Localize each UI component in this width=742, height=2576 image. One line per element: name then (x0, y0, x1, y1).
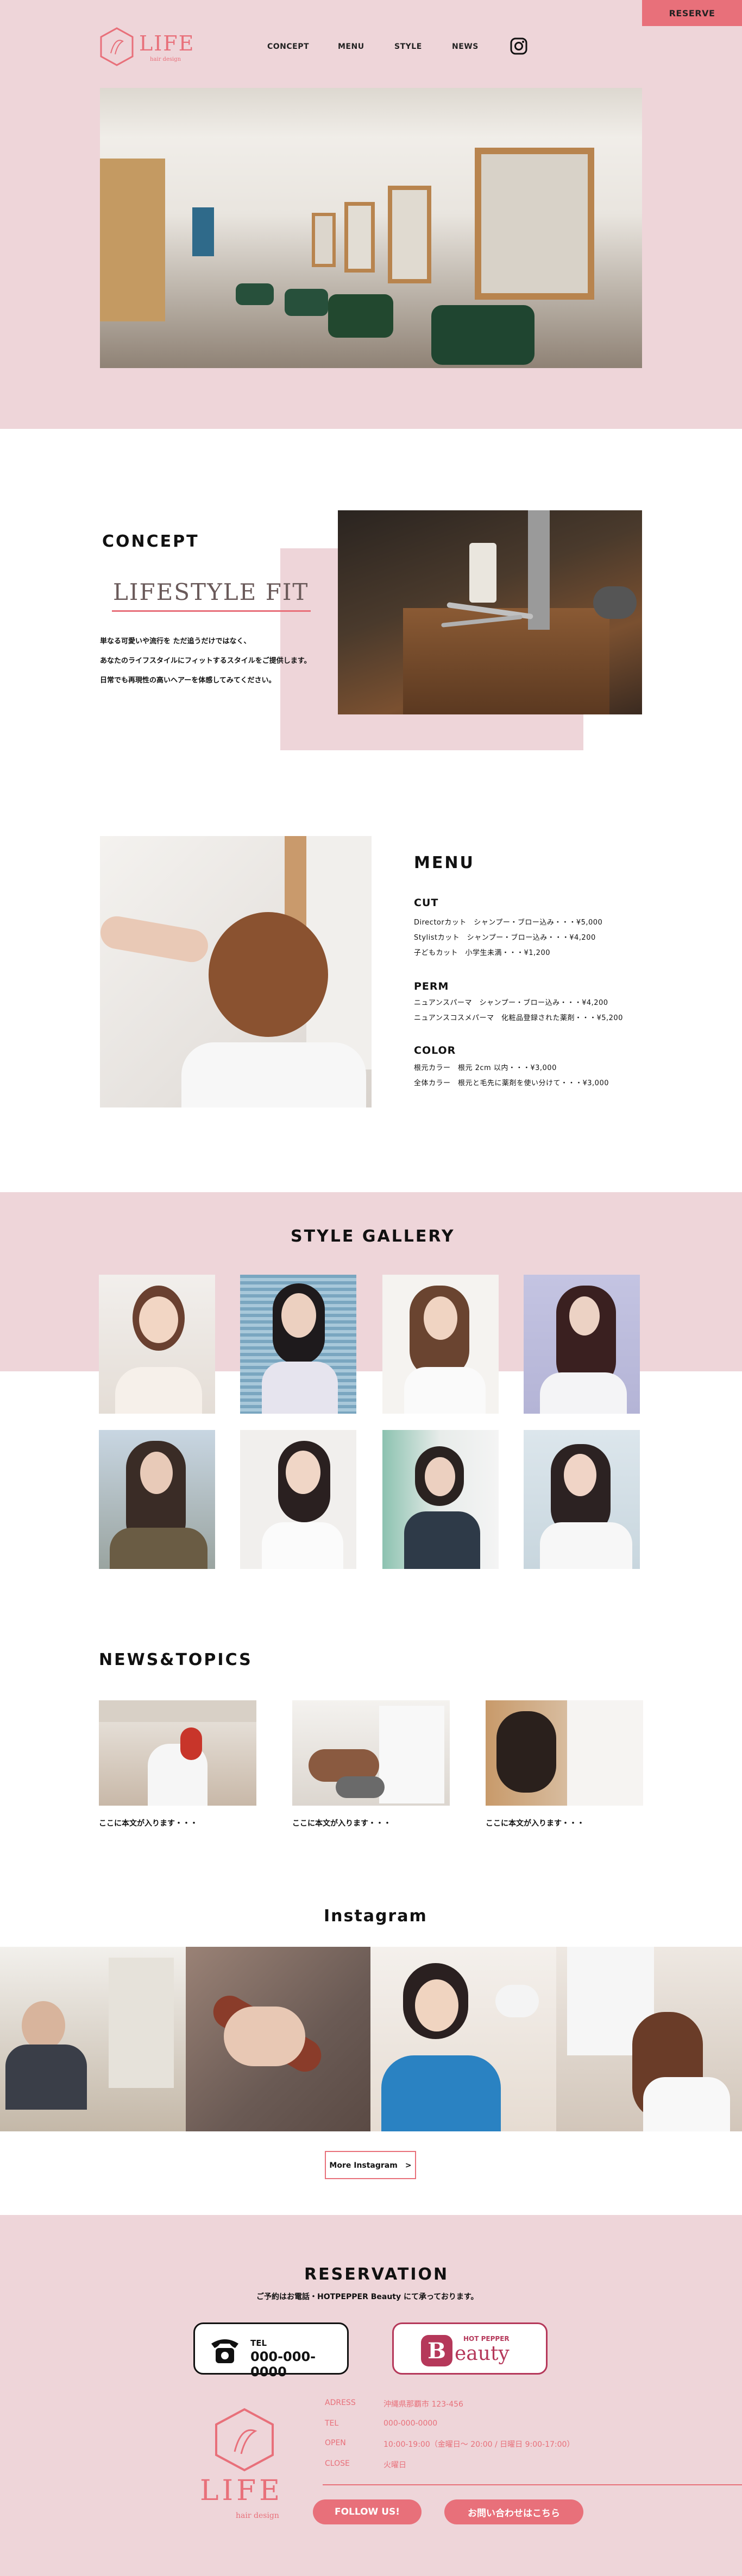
menu-color-item-1: 根元カラー 根元 2cm 以内・・・¥3,000 (414, 1064, 557, 1072)
nav-news[interactable]: NEWS (452, 42, 479, 51)
concept-heading: LIFESTYLE FIT (113, 579, 309, 605)
gallery-title: STYLE GALLERY (291, 1227, 455, 1246)
hotpepper-button[interactable]: B HOT PEPPER eauty (392, 2322, 548, 2375)
info-label-tel: TEL (325, 2419, 339, 2428)
menu-title: MENU (414, 853, 475, 872)
reserve-button[interactable]: RESERVE (642, 0, 742, 26)
news-caption-3[interactable]: ここに本文が入ります・・・ (486, 1818, 584, 1828)
telephone-icon (211, 2339, 238, 2363)
gallery-photo-2[interactable] (240, 1275, 356, 1414)
gallery-photo-4[interactable] (524, 1275, 640, 1414)
hotpepper-small: HOT PEPPER (463, 2335, 510, 2343)
menu-color-item-2: 全体カラー 根元と毛先に薬剤を使い分けて・・・¥3,000 (414, 1079, 609, 1087)
footer-logo-text: LIFE (200, 2474, 284, 2507)
info-label-close: CLOSE (325, 2459, 350, 2468)
more-instagram-label: More Instagram > (329, 2161, 412, 2170)
gallery-photo-7[interactable] (382, 1430, 499, 1569)
info-value-tel: 000-000-0000 (383, 2419, 438, 2428)
menu-haircut-photo (100, 836, 372, 1107)
instagram-photo-1[interactable] (0, 1947, 186, 2131)
footer-logo-sub: hair design (236, 2511, 279, 2520)
info-value-close: 火曜日 (383, 2461, 406, 2470)
instagram-icon[interactable] (510, 37, 528, 55)
news-photo-1[interactable] (99, 1700, 256, 1806)
tel-label: TEL (250, 2338, 267, 2348)
info-value-address: 沖縄県那覇市 123-456 (383, 2400, 463, 2409)
tel-button[interactable]: TEL 000-000-0000 (193, 2322, 349, 2379)
reserve-label: RESERVE (669, 8, 715, 18)
instagram-photo-4[interactable] (556, 1947, 742, 2131)
instagram-title: Instagram (324, 1907, 427, 1926)
footer-logo[interactable]: LIFE hair design (196, 2406, 293, 2526)
news-photo-2[interactable] (292, 1700, 450, 1806)
reservation-title: RESERVATION (304, 2265, 449, 2284)
concept-body-2: あなたのライフスタイルにフィットするスタイルをご提供します。 (100, 657, 311, 665)
concept-heading-underline (112, 610, 311, 612)
instagram-photo-2[interactable] (186, 1947, 370, 2131)
gallery-photo-6[interactable] (240, 1430, 356, 1569)
info-label-open: OPEN (325, 2439, 346, 2447)
info-value-open: 10:00-19:00（金曜日〜 20:00 / 日曜日 9:00-17:00） (383, 2440, 575, 2449)
logo-text: LIFE (139, 31, 195, 55)
gallery-photo-3[interactable] (382, 1275, 499, 1414)
news-photo-3[interactable] (486, 1700, 643, 1806)
menu-group-color: COLOR (414, 1045, 456, 1056)
hero-salon-photo (100, 88, 642, 368)
logo-hexagon-icon (100, 27, 134, 66)
nav-menu[interactable]: MENU (338, 42, 364, 51)
menu-cut-item-2: Stylistカット シャンプー・ブロー込み・・・¥4,200 (414, 934, 596, 942)
footer-logo-hexagon-icon (215, 2408, 274, 2472)
info-label-address: ADRESS (325, 2398, 356, 2407)
menu-cut-item-3: 子どもカット 小学生未満・・・¥1,200 (414, 949, 550, 957)
gallery-photo-1[interactable] (99, 1275, 215, 1414)
concept-title: CONCEPT (102, 532, 199, 551)
hotpepper-b-letter: B (427, 2338, 446, 2364)
news-caption-2[interactable]: ここに本文が入ります・・・ (292, 1818, 391, 1828)
contact-label: お問い合わせはこちら (468, 2508, 560, 2519)
concept-scissors-photo (338, 510, 642, 714)
tel-number: 000-000-0000 (250, 2349, 316, 2379)
site-logo[interactable]: LIFE hair design (99, 26, 197, 69)
more-instagram-button[interactable]: More Instagram > (325, 2151, 416, 2179)
news-caption-1[interactable]: ここに本文が入ります・・・ (99, 1818, 198, 1828)
nav-style[interactable]: STYLE (394, 42, 422, 51)
menu-perm-item-1: ニュアンスパーマ シャンプー・ブロー込み・・・¥4,200 (414, 999, 608, 1007)
nav-concept[interactable]: CONCEPT (267, 42, 309, 51)
hotpepper-b-icon: B (421, 2335, 452, 2366)
contact-button[interactable]: お問い合わせはこちら (444, 2499, 583, 2524)
gallery-photo-8[interactable] (524, 1430, 640, 1569)
instagram-photo-3[interactable] (370, 1947, 556, 2131)
concept-body-3: 日常でも再現性の高いヘアーを体感してみてください。 (100, 676, 276, 685)
follow-us-label: FOLLOW US! (334, 2507, 400, 2517)
gallery-photo-5[interactable] (99, 1430, 215, 1569)
news-title: NEWS&TOPICS (99, 1650, 253, 1669)
concept-body-1: 単なる可愛いや流行を ただ追うだけではなく、 (100, 637, 251, 645)
menu-group-perm: PERM (414, 980, 449, 992)
menu-group-cut: CUT (414, 897, 439, 909)
reservation-subtitle: ご予約はお電話・HOTPEPPER Beauty にて承っております。 (256, 2293, 479, 2301)
hotpepper-big: eauty (455, 2343, 510, 2365)
menu-cut-item-1: Directorカット シャンプー・ブロー込み・・・¥5,000 (414, 919, 603, 927)
follow-us-button[interactable]: FOLLOW US! (313, 2499, 422, 2524)
menu-perm-item-2: ニュアンスコスメパーマ 化粧品登録された薬剤・・・¥5,200 (414, 1014, 623, 1022)
logo-sub: hair design (150, 56, 181, 62)
footer-divider (323, 2484, 742, 2485)
